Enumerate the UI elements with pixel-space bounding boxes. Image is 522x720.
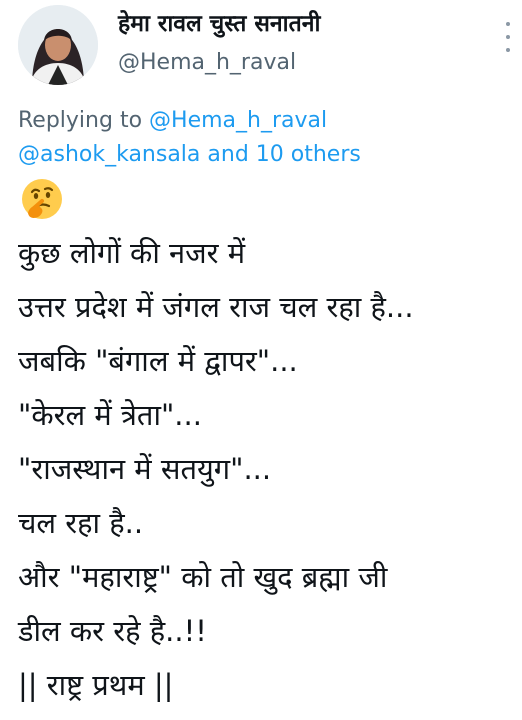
user-handle[interactable]: @Hema_h_raval [118,50,296,75]
thinking-face-icon [20,177,64,221]
tweet-text: कुछ लोगों की नजर में उत्तर प्रदेश में जं… [18,226,518,712]
reply-mention-link-second[interactable]: @ashok_kansala [18,142,200,167]
replying-prefix: Replying to [18,108,143,133]
tweet-line: जबकि "बंगाल में द्वापर"... [18,344,298,378]
tweet-line: || राष्ट्र प्रथम || [18,668,174,702]
replying-to: Replying to @Hema_h_raval @ashok_kansala… [18,104,508,172]
tweet-line: कुछ लोगों की नजर में [18,236,246,270]
dot [506,22,510,26]
avatar[interactable] [18,5,98,85]
display-name[interactable]: हेमा रावल चुस्त सनातनी [118,6,320,38]
tweet-line: डील कर रहे है..!! [18,614,207,648]
tweet-line: और "महाराष्ट्र" को तो खुद ब्रह्मा जी [18,560,388,594]
tweet-line: उत्तर प्रदेश में जंगल राज चल रहा है... [18,290,414,324]
tweet-line: "केरल में त्रेता"... [18,398,202,432]
tweet-header: हेमा रावल चुस्त सनातनी @Hema_h_raval [0,0,522,95]
dot [506,35,510,39]
tweet-line: चल रहा है.. [18,506,144,540]
reply-others-link[interactable]: and 10 others [207,142,360,167]
more-options-icon[interactable] [502,22,514,52]
dot [506,48,510,52]
tweet-line: "राजस्थान में सतयुग"... [18,452,272,486]
reply-mention-link[interactable]: @Hema_h_raval [149,108,327,133]
avatar-photo [18,5,98,85]
